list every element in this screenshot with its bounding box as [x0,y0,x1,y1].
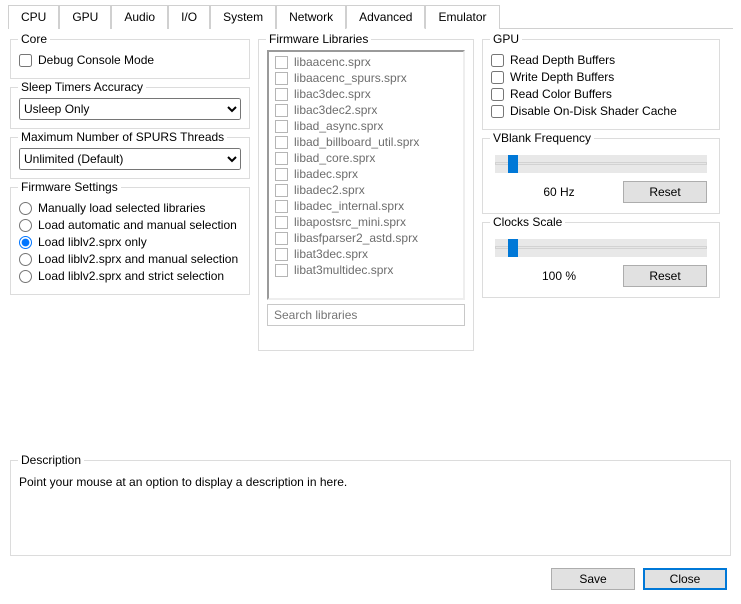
group-core: Core Debug Console Mode [10,39,250,79]
checkbox-debug-console-label: Debug Console Mode [38,53,154,67]
checkbox-read-color[interactable]: Read Color Buffers [491,87,711,101]
radio-fw-auto-manual[interactable]: Load automatic and manual selection [19,218,241,232]
group-clocks: Clocks Scale 100 % Reset [482,222,720,298]
group-sleep-timers: Sleep Timers Accuracy Usleep Only [10,87,250,129]
save-button[interactable]: Save [551,568,635,590]
tab-network[interactable]: Network [276,5,346,29]
list-item[interactable]: libad_core.sprx [271,150,461,166]
select-sleep-timers[interactable]: Usleep Only [19,98,241,120]
checkbox-disable-shader-cache[interactable]: Disable On-Disk Shader Cache [491,104,711,118]
slider-clocks[interactable] [495,239,707,257]
group-core-title: Core [18,32,50,46]
group-description-title: Description [18,453,84,467]
radio-fw-liblv2-manual[interactable]: Load liblv2.sprx and manual selection [19,252,241,266]
reset-vblank-button[interactable]: Reset [623,181,707,203]
search-libraries-input[interactable] [267,304,465,326]
group-fw-libs-title: Firmware Libraries [266,32,371,46]
tab-audio[interactable]: Audio [111,5,168,29]
select-spurs-threads[interactable]: Unlimited (Default) [19,148,241,170]
tab-cpu[interactable]: CPU [8,5,59,29]
group-description: Description Point your mouse at an optio… [10,460,731,556]
group-firmware-libraries: Firmware Libraries libaacenc.sprx libaac… [258,39,474,351]
group-fw-settings-title: Firmware Settings [18,180,121,194]
group-spurs-title: Maximum Number of SPURS Threads [18,130,227,144]
list-item[interactable]: libadec2.sprx [271,182,461,198]
list-item[interactable]: libasfparser2_astd.sprx [271,230,461,246]
list-item[interactable]: libat3multidec.sprx [271,262,461,278]
group-clocks-title: Clocks Scale [490,215,565,229]
tab-gpu[interactable]: GPU [59,5,111,29]
checkbox-write-depth[interactable]: Write Depth Buffers [491,70,711,84]
checkbox-read-depth[interactable]: Read Depth Buffers [491,53,711,67]
group-spurs: Maximum Number of SPURS Threads Unlimite… [10,137,250,179]
list-item[interactable]: libat3dec.sprx [271,246,461,262]
list-item[interactable]: libad_async.sprx [271,118,461,134]
list-item[interactable]: libaacenc.sprx [271,54,461,70]
checkbox-debug-console-input[interactable] [19,54,32,67]
clocks-value: 100 % [495,269,623,283]
list-item[interactable]: libadec.sprx [271,166,461,182]
checkbox-debug-console[interactable]: Debug Console Mode [19,53,241,67]
vblank-value: 60 Hz [495,185,623,199]
list-item[interactable]: libac3dec.sprx [271,86,461,102]
list-item[interactable]: libac3dec2.sprx [271,102,461,118]
list-item[interactable]: libad_billboard_util.sprx [271,134,461,150]
list-item[interactable]: libapostsrc_mini.sprx [271,214,461,230]
firmware-library-list[interactable]: libaacenc.sprx libaacenc_spurs.sprx liba… [267,50,465,300]
list-item[interactable]: libaacenc_spurs.sprx [271,70,461,86]
radio-fw-liblv2-only[interactable]: Load liblv2.sprx only [19,235,241,249]
slider-clocks-thumb[interactable] [508,239,518,257]
group-vblank-title: VBlank Frequency [490,131,594,145]
radio-fw-manual[interactable]: Manually load selected libraries [19,201,241,215]
group-vblank: VBlank Frequency 60 Hz Reset [482,138,720,214]
list-item[interactable]: libadec_internal.sprx [271,198,461,214]
group-firmware-settings: Firmware Settings Manually load selected… [10,187,250,295]
slider-vblank[interactable] [495,155,707,173]
tab-emulator[interactable]: Emulator [425,5,499,29]
dialog-footer: Save Close [551,568,727,590]
tab-advanced[interactable]: Advanced [346,5,425,29]
group-gpu: GPU Read Depth Buffers Write Depth Buffe… [482,39,720,130]
tab-io[interactable]: I/O [168,5,210,29]
close-button[interactable]: Close [643,568,727,590]
slider-vblank-thumb[interactable] [508,155,518,173]
tab-bar: CPU GPU Audio I/O System Network Advance… [8,4,733,29]
description-text: Point your mouse at an option to display… [19,471,722,489]
radio-fw-liblv2-strict[interactable]: Load liblv2.sprx and strict selection [19,269,241,283]
group-gpu-title: GPU [490,32,522,46]
reset-clocks-button[interactable]: Reset [623,265,707,287]
tab-system[interactable]: System [210,5,276,29]
group-sleep-title: Sleep Timers Accuracy [18,80,146,94]
